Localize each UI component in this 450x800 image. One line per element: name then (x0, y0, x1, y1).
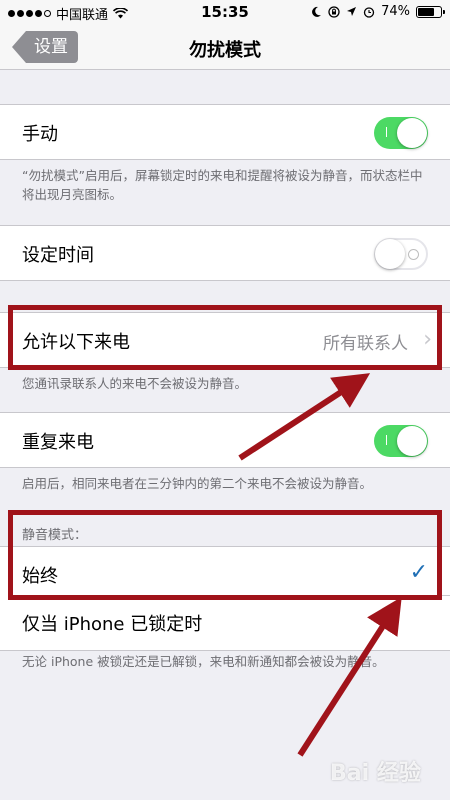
arrow-to-allow-calls (238, 373, 371, 461)
watermark-logo: Bai 经验 (330, 761, 421, 786)
annotation-arrows (238, 373, 402, 757)
arrow-to-silence (297, 596, 402, 757)
